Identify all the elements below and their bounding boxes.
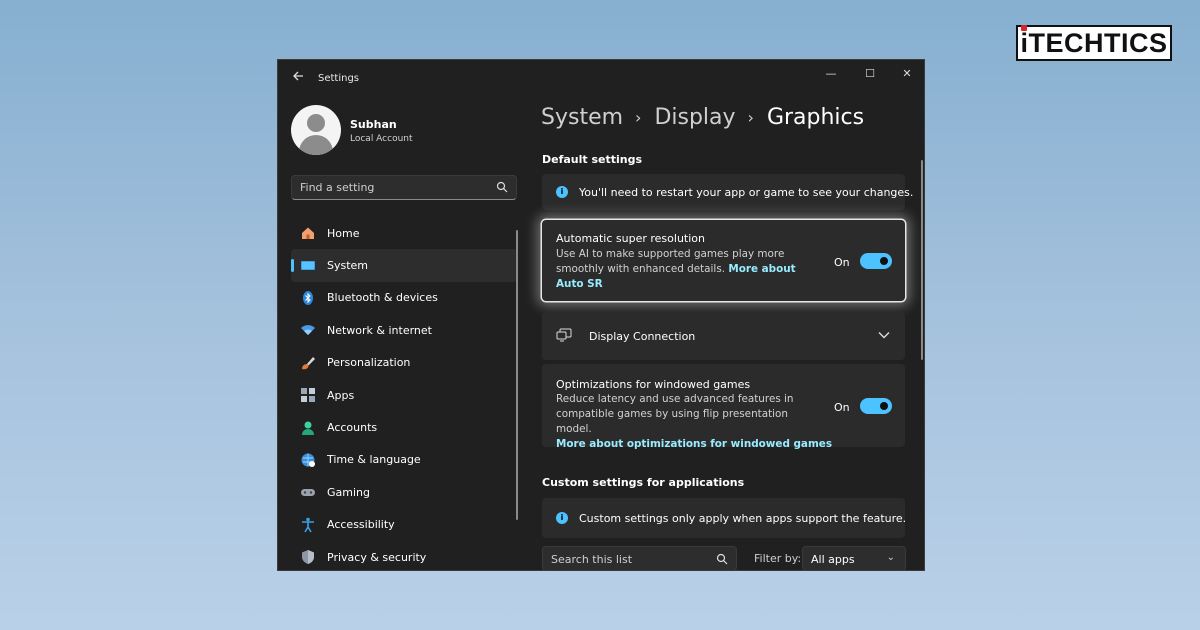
breadcrumb-separator: › (635, 108, 642, 127)
breadcrumb-separator: › (747, 108, 754, 127)
filter-label: Filter by: (754, 552, 802, 565)
info-icon: i (556, 512, 568, 524)
sidebar-scrollbar[interactable] (516, 230, 518, 520)
display-connection-label: Display Connection (589, 330, 696, 343)
custom-settings-heading: Custom settings for applications (542, 476, 745, 489)
accounts-icon (302, 421, 314, 435)
breadcrumb-display[interactable]: Display (654, 105, 735, 130)
custom-info-text: Custom settings only apply when apps sup… (579, 512, 907, 525)
chevron-down-icon[interactable] (878, 331, 890, 339)
sidebar-item-label: Personalization (327, 356, 411, 370)
sidebar-item-label: Gaming (327, 485, 370, 499)
breadcrumb-graphics: Graphics (766, 105, 865, 130)
display-connection-card[interactable]: Display Connection (542, 312, 905, 360)
gamepad-icon (301, 489, 315, 497)
auto-sr-card: Automatic super resolution Use AI to mak… (542, 220, 905, 301)
user-name: Subhan (350, 118, 397, 131)
sidebar-item-label: Privacy & security (327, 550, 427, 564)
sidebar-item-personalization[interactable]: Personalization (291, 347, 517, 379)
maximize-button[interactable]: ☐ (860, 67, 880, 81)
sidebar-item-accounts[interactable]: Accounts (291, 411, 517, 443)
window-title: Settings (318, 73, 360, 84)
auto-sr-state-label: On (834, 256, 850, 269)
settings-window: Settings — ☐ ✕ Subhan Local Account Find… (277, 59, 925, 571)
sidebar-item-apps[interactable]: Apps (291, 379, 517, 411)
sidebar-item-label: Apps (327, 388, 355, 402)
brush-icon (302, 356, 315, 370)
avatar (291, 105, 341, 155)
search-list-input[interactable]: Search this list (542, 546, 737, 570)
sidebar-item-label: Time & language (327, 453, 421, 467)
globe-icon (301, 453, 315, 467)
find-setting-input[interactable]: Find a setting (291, 175, 517, 200)
minimize-button[interactable]: — (821, 67, 841, 81)
windowed-games-more-link[interactable]: More about optimizations for windowed ga… (556, 437, 832, 452)
windowed-games-card: Optimizations for windowed games Reduce … (542, 364, 905, 450)
windowed-games-title: Optimizations for windowed games (556, 378, 751, 391)
search-placeholder: Find a setting (300, 181, 375, 194)
breadcrumb: System › Display › Graphics (541, 105, 864, 130)
system-icon (301, 260, 315, 270)
sidebar-item-time-language[interactable]: Time & language (291, 444, 517, 476)
search-icon (716, 553, 728, 565)
sidebar-item-network[interactable]: Network & internet (291, 314, 517, 346)
auto-sr-description-block: Use AI to make supported games play more… (556, 247, 821, 292)
wifi-icon (301, 325, 315, 336)
chevron-down-icon: ⌄ (886, 552, 895, 563)
auto-sr-title: Automatic super resolution (556, 232, 705, 245)
sidebar-item-bluetooth[interactable]: Bluetooth & devices (291, 282, 517, 314)
sidebar-item-gaming[interactable]: Gaming (291, 476, 517, 508)
filter-value: All apps (811, 553, 855, 566)
custom-info-card: i Custom settings only apply when apps s… (542, 498, 907, 538)
home-icon (302, 227, 314, 240)
restart-info-text: You'll need to restart your app or game … (579, 186, 914, 199)
close-button[interactable]: ✕ (897, 67, 917, 81)
sidebar-nav: Home System Bluetooth & devices Network … (291, 217, 517, 570)
display-connection-icon (556, 328, 572, 342)
windowed-games-description-block: Reduce latency and use advanced features… (556, 392, 832, 452)
sidebar-item-label: Network & internet (327, 323, 432, 337)
sidebar-item-accessibility[interactable]: Accessibility (291, 509, 517, 541)
sidebar-item-label: Home (327, 226, 360, 240)
search-list-placeholder: Search this list (551, 553, 633, 566)
sidebar-item-label: Bluetooth & devices (327, 291, 438, 305)
shield-icon (302, 550, 314, 565)
sidebar-item-label: Accessibility (327, 518, 395, 532)
account-type: Local Account (350, 134, 413, 144)
title-bar: Settings — ☐ ✕ (278, 60, 924, 92)
windowed-games-state-label: On (834, 401, 850, 414)
itechtics-logo: iTECHTICS (1016, 24, 1172, 61)
search-icon (496, 181, 508, 193)
restart-info-card: i You'll need to restart your app or gam… (542, 174, 913, 210)
active-indicator (291, 259, 294, 273)
apps-icon (301, 388, 315, 403)
back-arrow-icon[interactable] (290, 68, 306, 84)
info-icon: i (556, 186, 568, 198)
sidebar-item-label: Accounts (327, 421, 378, 435)
accessibility-icon (302, 517, 314, 533)
auto-sr-toggle[interactable] (860, 253, 892, 269)
sidebar-item-privacy-security[interactable]: Privacy & security (291, 541, 517, 570)
main-scrollbar[interactable] (921, 160, 923, 360)
windowed-games-toggle[interactable] (860, 398, 892, 414)
filter-dropdown[interactable]: All apps ⌄ (802, 546, 906, 570)
bluetooth-icon (303, 290, 313, 305)
windowed-games-description: Reduce latency and use advanced features… (556, 393, 794, 435)
sidebar-item-system[interactable]: System (291, 249, 517, 282)
sidebar-item-home[interactable]: Home (291, 217, 517, 249)
breadcrumb-system[interactable]: System (541, 105, 623, 130)
default-settings-heading: Default settings (542, 153, 643, 166)
sidebar-item-label: System (327, 259, 369, 273)
